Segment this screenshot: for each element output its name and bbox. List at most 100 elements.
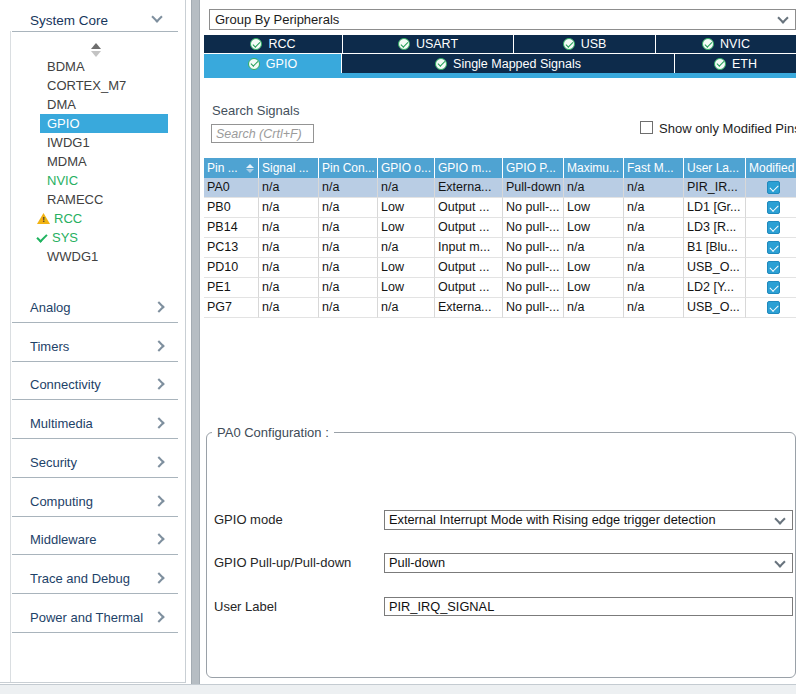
modified-checkbox[interactable] — [767, 241, 780, 254]
field-value: External Interrupt Mode with Rising edge… — [389, 512, 716, 527]
chevron-right-icon — [153, 572, 164, 583]
sidebar-item-label: NVIC — [47, 173, 78, 188]
sidebar-section-middleware[interactable]: Middleware — [30, 532, 96, 547]
column-header-pincon[interactable]: Pin Con... — [319, 158, 378, 178]
check-circle-icon — [250, 38, 262, 50]
column-header-gpioo[interactable]: GPIO o... — [378, 158, 435, 178]
modified-checkbox[interactable] — [767, 261, 780, 274]
group-by-select[interactable]: Group By Peripherals — [209, 9, 796, 30]
search-input[interactable] — [211, 124, 314, 143]
show-only-modified-label: Show only Modified Pins — [659, 121, 796, 136]
cell-modified — [746, 278, 796, 298]
gpio-mode-select[interactable]: External Interrupt Mode with Rising edge… — [384, 510, 793, 530]
tab-label: USART — [416, 37, 458, 51]
column-header-gpiom[interactable]: GPIO m... — [435, 158, 503, 178]
column-header-label: Modified — [749, 158, 794, 178]
cell: Externa... — [435, 178, 503, 198]
sidebar-item-cortex_m7[interactable]: CORTEX_M7 — [0, 76, 190, 95]
cell: USB_O... — [684, 258, 746, 278]
sidebar-section-header-system-core[interactable]: System Core — [30, 11, 108, 29]
modified-checkbox[interactable] — [767, 181, 780, 194]
sidebar-item-label: MDMA — [47, 154, 87, 169]
pane-splitter[interactable] — [191, 0, 200, 684]
column-header-userla[interactable]: User La... — [684, 158, 746, 178]
cell: No pull-... — [503, 258, 564, 278]
tab-nvic[interactable]: NVIC — [656, 35, 796, 53]
column-header-gpiop[interactable]: GPIO P... — [503, 158, 564, 178]
sort-icon — [246, 164, 254, 173]
table-row-pb14[interactable]: PB14n/an/aLowOutput ...No pull-...Lown/a… — [204, 218, 796, 238]
sidebar-item-rcc[interactable]: RCC — [0, 209, 190, 228]
system-core-list: BDMACORTEX_M7DMAGPIO IWDG1 MDMA NVIC RAMECCR… — [0, 57, 190, 266]
group-by-value: Group By Peripherals — [215, 12, 339, 27]
gpio-pull-up-pull-down-select[interactable]: Pull-down — [384, 553, 793, 573]
sidebar-item-label: IWDG1 — [47, 135, 90, 150]
cell: LD3 [R... — [684, 218, 746, 238]
modified-checkbox[interactable] — [767, 221, 780, 234]
sidebar-section-security[interactable]: Security — [30, 455, 77, 470]
chevron-down-icon — [774, 556, 785, 567]
tab-usart[interactable]: USART — [343, 35, 514, 53]
divider — [12, 322, 178, 323]
table-row-pd10[interactable]: PD10n/an/aLowOutput ...No pull-...Lown/a… — [204, 258, 796, 278]
tab-usb[interactable]: USB — [514, 35, 656, 53]
column-header-modified[interactable]: Modified — [746, 158, 796, 178]
sidebar-section-connectivity[interactable]: Connectivity — [30, 377, 101, 392]
modified-checkbox[interactable] — [767, 201, 780, 214]
cell: PA0 — [204, 178, 259, 198]
modified-checkbox[interactable] — [767, 281, 780, 294]
table-row-pb0[interactable]: PB0n/an/aLowOutput ...No pull-...Lown/aL… — [204, 198, 796, 218]
cell: n/a — [564, 298, 624, 318]
column-header-fastm[interactable]: Fast M... — [624, 158, 684, 178]
divider — [12, 477, 178, 478]
sidebar-item-dma[interactable]: DMA — [0, 95, 190, 114]
sidebar-item-ramecc[interactable]: RAMECC — [0, 190, 190, 209]
cell: n/a — [319, 198, 378, 218]
sidebar-section-timers[interactable]: Timers — [30, 339, 69, 354]
tab-gpio[interactable]: GPIO — [204, 54, 342, 73]
cell: Output ... — [435, 278, 503, 298]
table-row-pe1[interactable]: PE1n/an/aLowOutput ...No pull-...Lown/aL… — [204, 278, 796, 298]
cell-modified — [746, 258, 796, 278]
sidebar-section-multimedia[interactable]: Multimedia — [30, 416, 93, 431]
sidebar-item-iwdg1[interactable]: IWDG1 — [0, 133, 190, 152]
column-header-pin[interactable]: Pin ... — [204, 158, 259, 178]
list-scroll-icon[interactable] — [91, 43, 101, 57]
cell: PD10 — [204, 258, 259, 278]
tab-rcc[interactable]: RCC — [204, 35, 343, 53]
gpio-pull-up-pull-down-label: GPIO Pull-up/Pull-down — [214, 555, 351, 570]
sidebar-item-wwdg1[interactable]: WWDG1 — [0, 247, 190, 266]
sidebar-item-sys[interactable]: SYS — [0, 228, 190, 247]
cell: n/a — [378, 298, 435, 318]
sidebar-item-gpio[interactable]: GPIO — [40, 114, 168, 133]
table-row-pc13[interactable]: PC13n/an/an/aInput m...No pull-...n/an/a… — [204, 238, 796, 258]
cell: n/a — [259, 298, 319, 318]
sidebar-section-computing[interactable]: Computing — [30, 494, 93, 509]
cell: n/a — [378, 178, 435, 198]
sidebar-item-bdma[interactable]: BDMA — [0, 57, 190, 76]
divider — [12, 438, 178, 439]
tab-single-mapped-signals[interactable]: Single Mapped Signals — [342, 54, 675, 73]
sidebar-item-nvic[interactable]: NVIC — [0, 171, 190, 190]
cell: LD2 [Y... — [684, 278, 746, 298]
cell: LD1 [Gr... — [684, 198, 746, 218]
modified-checkbox[interactable] — [767, 301, 780, 314]
tab-eth[interactable]: ETH — [675, 54, 796, 73]
cell: n/a — [624, 278, 684, 298]
show-only-modified-checkbox[interactable] — [640, 121, 653, 134]
cell: n/a — [259, 258, 319, 278]
peripheral-tabs-row2: GPIOSingle Mapped SignalsETH — [204, 54, 796, 73]
sidebar-item-mdma[interactable]: MDMA — [0, 152, 190, 171]
cell: n/a — [319, 258, 378, 278]
cell: Low — [378, 278, 435, 298]
sidebar-section-analog[interactable]: Analog — [30, 300, 70, 315]
user-label-input[interactable]: PIR_IRQ_SIGNAL — [384, 597, 793, 616]
cell: n/a — [259, 198, 319, 218]
sidebar-section-power-and-thermal[interactable]: Power and Thermal — [30, 610, 143, 625]
table-row-pa0[interactable]: PA0n/an/an/aExterna...Pull-downn/an/aPIR… — [204, 178, 796, 198]
column-header-signal[interactable]: Signal ... — [259, 158, 319, 178]
table-row-pg7[interactable]: PG7n/an/an/aExterna...No pull-...n/an/aU… — [204, 298, 796, 318]
column-header-maximu[interactable]: Maximu... — [564, 158, 624, 178]
column-header-label: Pin ... — [207, 158, 238, 178]
sidebar-section-trace-and-debug[interactable]: Trace and Debug — [30, 571, 130, 586]
